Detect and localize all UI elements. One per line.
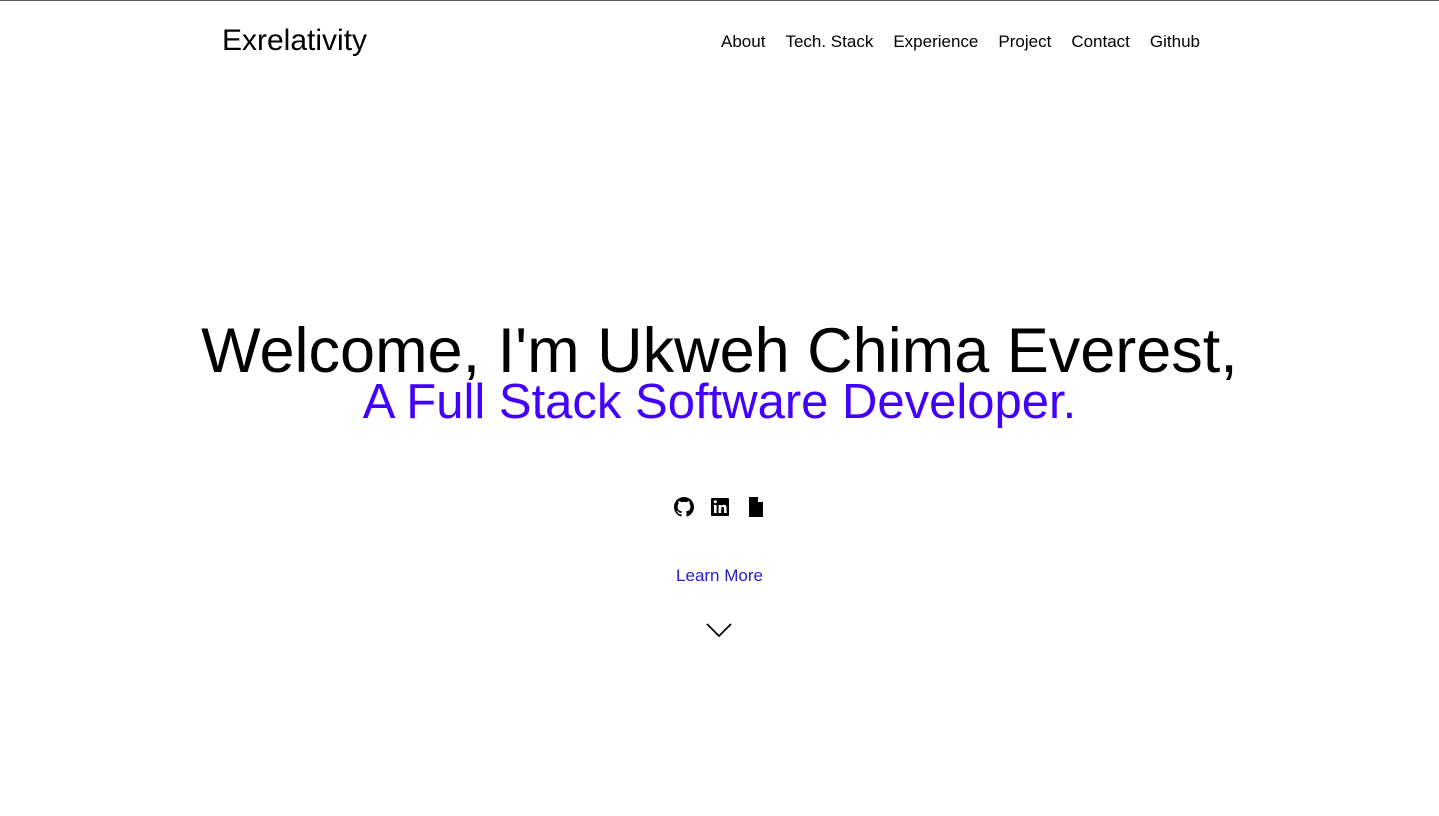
- hero-section: Welcome, I'm Ukweh Chima Everest, A Full…: [0, 318, 1439, 430]
- social-links: [0, 496, 1439, 518]
- nav-link-experience[interactable]: Experience: [893, 31, 978, 53]
- navbar: Exrelativity About Tech. Stack Experienc…: [0, 1, 1439, 81]
- nav-links: About Tech. Stack Experience Project Con…: [721, 31, 1200, 53]
- nav-link-github[interactable]: Github: [1150, 31, 1200, 53]
- github-link[interactable]: [673, 496, 694, 518]
- nav-link-contact[interactable]: Contact: [1071, 31, 1130, 53]
- nav-link-project[interactable]: Project: [998, 31, 1051, 53]
- learn-more-link[interactable]: Learn More: [676, 566, 763, 585]
- learn-more-container: Learn More: [0, 565, 1439, 587]
- linkedin-icon: [710, 498, 729, 516]
- nav-link-about[interactable]: About: [721, 31, 765, 53]
- resume-link[interactable]: [746, 496, 766, 518]
- document-icon: [748, 497, 763, 517]
- brand-logo-link[interactable]: Exrelativity: [222, 23, 367, 59]
- linkedin-link[interactable]: [710, 496, 730, 518]
- github-icon: [673, 497, 694, 517]
- nav-link-tech-stack[interactable]: Tech. Stack: [785, 31, 873, 53]
- chevron-down-icon[interactable]: [706, 622, 732, 638]
